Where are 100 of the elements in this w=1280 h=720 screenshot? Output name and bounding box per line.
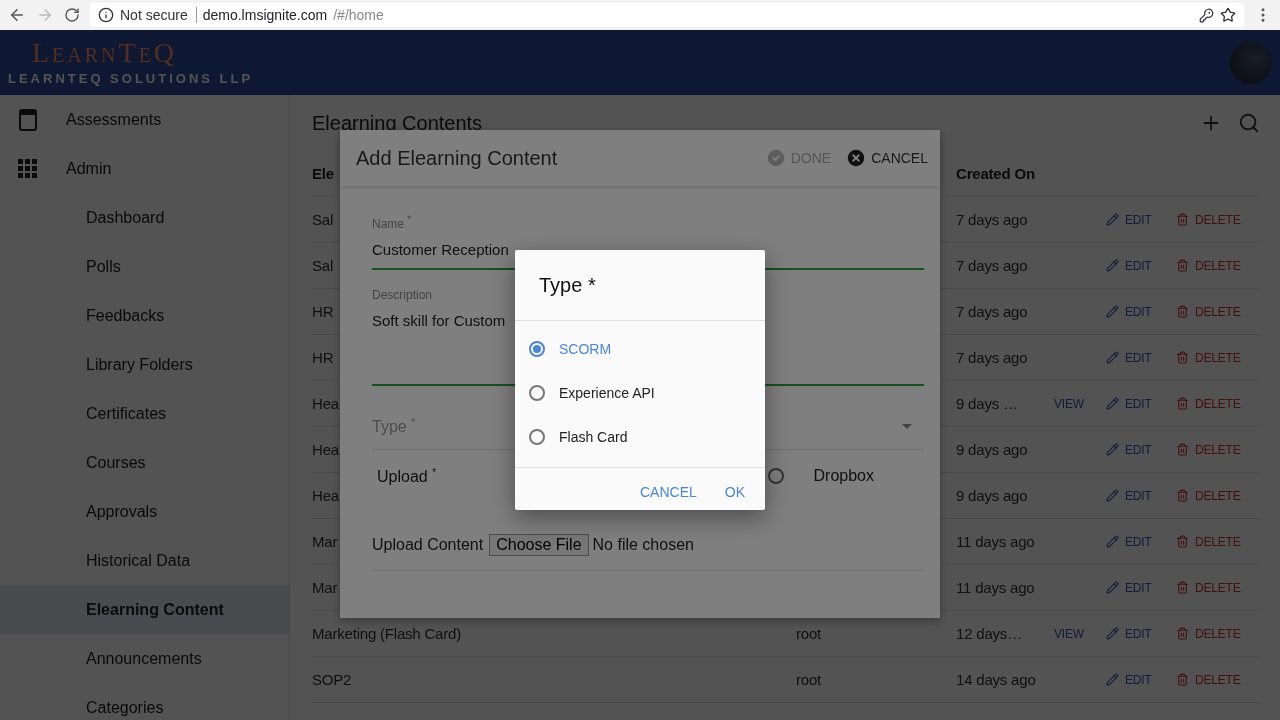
sidebar-item[interactable]: Polls xyxy=(0,242,289,291)
sidebar-item[interactable]: Approvals xyxy=(0,487,289,536)
choose-file-button[interactable]: Choose File xyxy=(489,534,589,556)
edit-link[interactable]: EDIT xyxy=(1125,212,1152,227)
edit-link[interactable]: EDIT xyxy=(1125,488,1152,503)
sidebar-item[interactable]: Courses xyxy=(0,438,289,487)
delete-link[interactable]: DELETE xyxy=(1195,626,1241,641)
pencil-icon xyxy=(1106,213,1119,226)
pencil-icon xyxy=(1106,581,1119,594)
pencil-icon xyxy=(1106,489,1119,502)
url-host: demo.lmsignite.com xyxy=(202,7,328,23)
table-cell: Mar xyxy=(312,533,338,550)
radio-label[interactable]: SCORM xyxy=(559,341,612,357)
edit-link[interactable]: EDIT xyxy=(1125,442,1152,457)
table-cell: Hea xyxy=(312,441,339,458)
radio-label[interactable]: Experience API xyxy=(559,385,655,401)
grid-icon xyxy=(18,158,38,179)
sidebar-item[interactable]: Admin xyxy=(66,159,112,178)
edit-link[interactable]: EDIT xyxy=(1125,304,1152,319)
delete-link[interactable]: DELETE xyxy=(1195,488,1241,503)
radio-button[interactable] xyxy=(529,429,545,445)
trash-icon xyxy=(1176,443,1189,456)
column-header: Ele xyxy=(312,165,334,182)
table-cell: 14 days ago xyxy=(956,671,1036,688)
info-icon xyxy=(98,7,114,23)
trash-icon xyxy=(1176,351,1189,364)
table-cell: HR xyxy=(312,303,334,320)
trash-icon xyxy=(1176,535,1189,548)
edit-link[interactable]: EDIT xyxy=(1125,626,1152,641)
table-cell: Hea xyxy=(312,487,339,504)
delete-link[interactable]: DELETE xyxy=(1195,442,1241,457)
sidebar-item[interactable]: Dashboard xyxy=(0,193,289,242)
trash-icon xyxy=(1176,305,1189,318)
delete-link[interactable]: DELETE xyxy=(1195,212,1241,227)
delete-link[interactable]: DELETE xyxy=(1195,580,1241,595)
sidebar-item[interactable]: Elearning Content xyxy=(0,585,289,634)
table-cell: HR xyxy=(312,349,334,366)
sidebar-item[interactable]: Categories xyxy=(0,683,289,720)
trash-icon xyxy=(1176,397,1189,410)
table-cell: Marketing (Flash Card) xyxy=(312,625,461,642)
table-cell: 9 days ago xyxy=(956,441,1028,458)
trash-icon xyxy=(1176,259,1189,272)
search-icon[interactable] xyxy=(1238,112,1260,134)
upload-content-label: Upload Content xyxy=(372,536,484,554)
reload-button[interactable] xyxy=(64,7,80,23)
sidebar-item[interactable]: Certificates xyxy=(0,389,289,438)
table-cell: root xyxy=(796,625,822,642)
sidebar-item[interactable]: Library Folders xyxy=(0,340,289,389)
trash-icon xyxy=(1176,213,1189,226)
sidebar-item[interactable]: Historical Data xyxy=(0,536,289,585)
bookmark-star-icon[interactable] xyxy=(1220,7,1236,23)
back-button[interactable] xyxy=(8,6,26,24)
ok-button[interactable]: OK xyxy=(718,480,751,504)
table-cell: 11 days ago xyxy=(956,533,1035,550)
view-link[interactable]: VIEW xyxy=(1054,626,1106,641)
radio-button[interactable] xyxy=(529,341,545,357)
delete-link[interactable]: DELETE xyxy=(1195,350,1241,365)
table-cell: 7 days ago xyxy=(956,349,1028,366)
close-icon xyxy=(845,147,868,169)
address-bar[interactable]: Not secure demo.lmsignite.com /#/home xyxy=(90,3,1244,27)
edit-link[interactable]: EDIT xyxy=(1125,258,1152,273)
upload-label: Upload $^{*}$ xyxy=(377,466,437,486)
table-cell: Hea xyxy=(312,395,339,412)
edit-link[interactable]: EDIT xyxy=(1125,534,1152,549)
view-link[interactable]: VIEW xyxy=(1054,396,1106,411)
table-cell: SOP2 xyxy=(312,671,352,688)
edit-link[interactable]: EDIT xyxy=(1125,672,1152,687)
table-cell: 7 days ago xyxy=(956,257,1028,274)
radio-button[interactable] xyxy=(529,385,545,401)
table-cell: 9 days … xyxy=(956,395,1018,412)
sidebar-item[interactable]: Assessments xyxy=(66,110,162,129)
edit-link[interactable]: EDIT xyxy=(1125,396,1152,411)
dialog-title: Add Elearning Content xyxy=(356,146,558,170)
edit-link[interactable]: EDIT xyxy=(1125,350,1152,365)
cancel-button[interactable]: CANCEL xyxy=(841,143,932,173)
delete-link[interactable]: DELETE xyxy=(1195,396,1241,411)
radio-label[interactable]: Flash Card xyxy=(559,429,628,445)
key-icon[interactable] xyxy=(1199,7,1214,23)
column-header: Created On xyxy=(956,165,1035,182)
pencil-icon xyxy=(1106,305,1119,318)
sidebar-item[interactable]: Announcements xyxy=(0,634,289,683)
company-tagline: LEARNTEQ SOLUTIONS LLP xyxy=(8,71,254,86)
pencil-icon xyxy=(1106,259,1119,272)
dialog-title: Type * xyxy=(515,250,765,321)
edit-link[interactable]: EDIT xyxy=(1125,580,1152,595)
pencil-icon xyxy=(1106,443,1119,456)
cancel-button[interactable]: CANCEL xyxy=(633,480,703,504)
table-cell: 7 days ago xyxy=(956,303,1028,320)
delete-link[interactable]: DELETE xyxy=(1195,672,1241,687)
table-cell: 12 days… xyxy=(956,625,1022,642)
delete-link[interactable]: DELETE xyxy=(1195,304,1241,319)
delete-link[interactable]: DELETE xyxy=(1195,534,1241,549)
pencil-icon xyxy=(1106,351,1119,364)
logo: LearnTeQ xyxy=(31,39,178,67)
table-cell: 9 days ago xyxy=(956,487,1028,504)
pencil-icon xyxy=(1106,673,1119,686)
radio-button[interactable] xyxy=(767,468,784,484)
sidebar-item[interactable]: Feedbacks xyxy=(0,291,289,340)
table-cell: 11 days ago xyxy=(956,579,1035,596)
delete-link[interactable]: DELETE xyxy=(1195,258,1241,273)
